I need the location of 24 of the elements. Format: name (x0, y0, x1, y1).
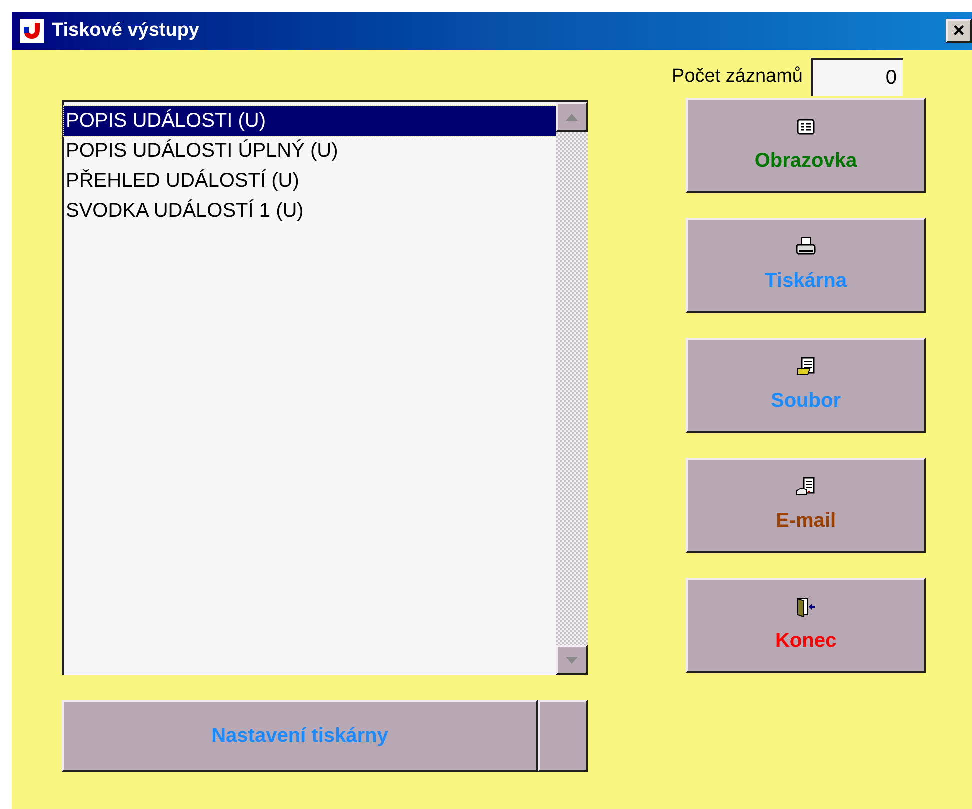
list-item[interactable]: PŘEHLED UDÁLOSTÍ (U) (64, 166, 556, 196)
button-label: Soubor (771, 388, 841, 414)
scroll-up-button[interactable] (556, 102, 588, 132)
up-arrow-icon (566, 114, 578, 120)
button-label: Obrazovka (754, 148, 858, 174)
document-icon (795, 476, 817, 498)
door-icon (795, 596, 817, 618)
close-button[interactable]: × (946, 19, 972, 43)
list-item[interactable]: POPIS UDÁLOSTI ÚPLNÝ (U) (64, 136, 556, 166)
window-title: Tiskové výstupy (52, 18, 201, 43)
list-item[interactable]: SVODKA UDÁLOSTÍ 1 (U) (64, 196, 556, 226)
record-count-field[interactable]: 0 (811, 58, 903, 96)
record-count-label: Počet záznamů (672, 64, 803, 89)
button-label: Konec (775, 628, 837, 654)
down-arrow-icon (566, 656, 578, 664)
app-icon (20, 19, 44, 43)
dropdown-button[interactable] (538, 700, 588, 772)
list-item[interactable]: POPIS UDÁLOSTI (U) (64, 106, 556, 136)
button-label: E-mail (776, 508, 836, 534)
scrollbar[interactable] (556, 102, 588, 675)
printer-icon (795, 236, 817, 258)
scroll-down-button[interactable] (556, 645, 588, 675)
button-label: Tiskárna (765, 268, 847, 294)
document-icon (795, 356, 817, 378)
